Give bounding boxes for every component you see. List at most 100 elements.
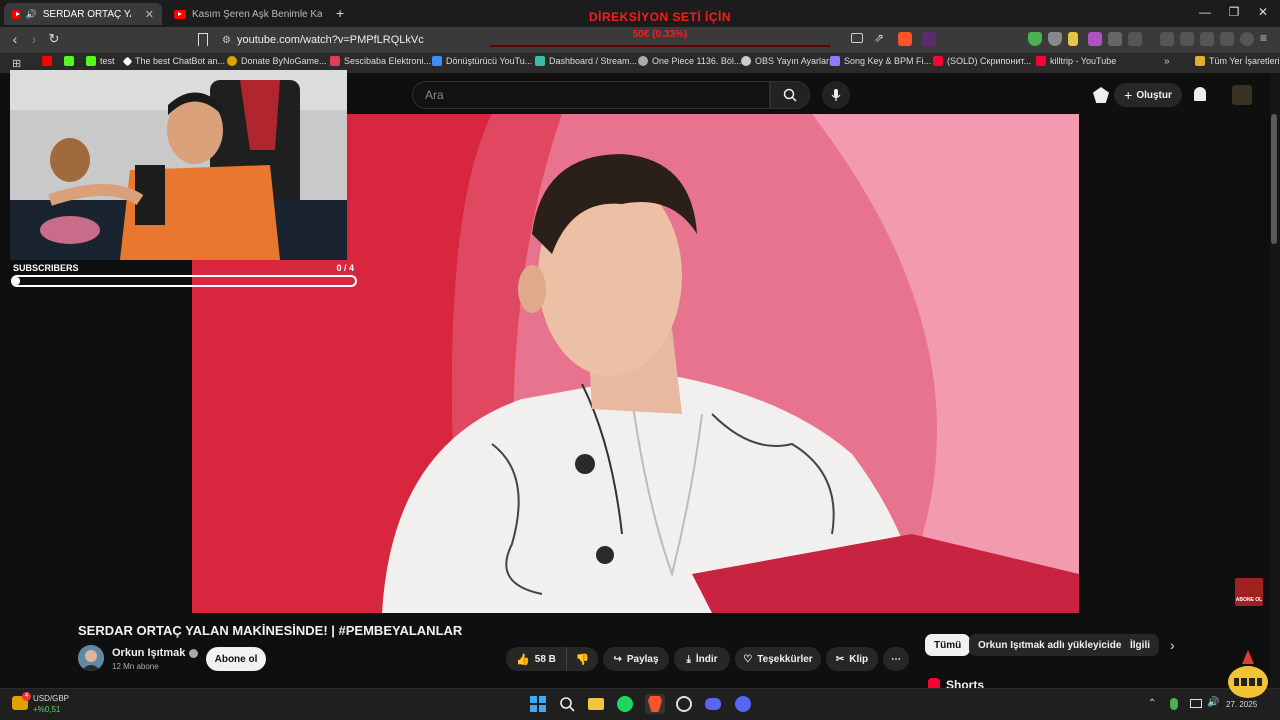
create-button[interactable]: + Oluştur [1114, 83, 1182, 107]
discord-button[interactable] [703, 694, 723, 714]
search-button[interactable] [770, 81, 810, 109]
chip-all[interactable]: Tümü [925, 634, 971, 656]
bookmark-item[interactable]: Song Key & BPM Fi... [830, 56, 931, 66]
privacy-shield-icon[interactable] [1048, 32, 1062, 46]
bookmark-item[interactable]: OBS Yayın Ayarları [741, 56, 832, 66]
youtube-icon [1036, 56, 1046, 66]
mic-tray-icon[interactable] [1170, 698, 1178, 710]
back-icon[interactable]: ‹ [6, 31, 24, 47]
share-button[interactable]: ↪ Paylaş [603, 647, 669, 671]
tab-active-video[interactable]: 🔊 SERDAR ORTAÇ YALAN MAKİ ✕ [4, 3, 162, 25]
converter-icon [432, 56, 442, 66]
obs-icon [676, 696, 692, 712]
close-tab-icon[interactable]: ✕ [145, 8, 154, 21]
bookmark-item[interactable]: test [86, 56, 115, 66]
bookmark-youtube[interactable] [42, 56, 52, 66]
network-icon[interactable] [1190, 699, 1202, 708]
restore-icon[interactable]: ❐ [1219, 5, 1249, 19]
bookmark-icon[interactable] [198, 33, 208, 46]
new-tab-button[interactable]: + [336, 5, 344, 21]
voice-search-button[interactable] [822, 81, 850, 109]
bookmark-item[interactable]: Dönüştürücü YouTu... [432, 56, 532, 66]
gladiator-helmet-icon [1228, 650, 1268, 698]
bookmark-item[interactable]: One Piece 1136. Böl... [638, 56, 741, 66]
puzzle-extensions-icon[interactable] [1108, 32, 1122, 46]
share-icon: ↪ [613, 653, 622, 665]
brave-button[interactable] [645, 694, 665, 714]
brave-shields-icon[interactable] [898, 32, 912, 46]
brave-rewards-icon[interactable] [922, 32, 936, 46]
dashboard-icon [535, 56, 545, 66]
address-bar[interactable]: ⚙ youtube.com/watch?v=PMPfLRQLkVc [214, 30, 494, 50]
sidebar-icon[interactable] [1180, 32, 1194, 46]
forward-icon[interactable]: › [25, 31, 43, 47]
onepiece-icon [638, 56, 648, 66]
bookmark-kick[interactable] [64, 56, 74, 66]
search-input[interactable]: Ara [412, 81, 770, 109]
obs-button[interactable] [674, 694, 694, 714]
dislike-button[interactable]: 👎 [566, 647, 598, 671]
close-window-icon[interactable]: ✕ [1248, 5, 1278, 19]
bookmark-item[interactable]: Sescibaba Elektroni... [330, 56, 431, 66]
bookmark-item[interactable]: The best ChatBot an... [122, 56, 225, 66]
folder-icon [588, 698, 604, 710]
notifications-icon[interactable] [1194, 87, 1206, 101]
webcam-overlay [10, 70, 347, 260]
bookmark-item[interactable]: Dashboard / Stream... [535, 56, 637, 66]
tab-second-video[interactable]: Kasım Şeren Aşk Benimle Kamera Ark [166, 3, 331, 25]
spotify-icon [617, 696, 633, 712]
share-page-icon[interactable]: ⇗ [874, 31, 884, 45]
chip-from-uploader[interactable]: Orkun Işıtmak adlı yükleyiciden [969, 634, 1137, 656]
brave-icon [648, 696, 662, 712]
subscribe-watermark[interactable]: ABONE OL [1235, 578, 1263, 606]
chatbot-icon [122, 56, 133, 66]
screen-cast-icon[interactable] [851, 33, 863, 43]
media-control-icon[interactable] [1160, 32, 1174, 46]
vpn-icon[interactable] [1240, 32, 1254, 46]
clip-button[interactable]: ✂ Klip [826, 647, 878, 671]
stocks-ticker[interactable]: USD/GBP +%0,51 [33, 693, 69, 715]
like-button[interactable]: 👍 58 B [506, 647, 566, 671]
thanks-button[interactable]: ♡ Teşekkürler [735, 647, 821, 671]
youtube-icon [42, 56, 52, 66]
wallet-icon[interactable] [1200, 32, 1214, 46]
webcam-frame [10, 70, 347, 260]
extension-icon[interactable] [1088, 32, 1102, 46]
more-actions-button[interactable]: ⋯ [883, 647, 909, 671]
subscribe-button[interactable]: Abone ol [206, 647, 266, 671]
bookmark-item[interactable]: killtrip - YouTube [1036, 56, 1116, 66]
menu-icon[interactable]: ≡ [1260, 31, 1267, 45]
download-button[interactable]: ⤓ İndir [674, 647, 730, 671]
discord-ptb-button[interactable] [733, 694, 753, 714]
channel-avatar[interactable] [78, 645, 104, 671]
taskbar-clock[interactable]: 27. 2025 [1226, 700, 1257, 709]
site-info-icon[interactable]: ⚙ [222, 35, 231, 46]
minimize-icon[interactable]: — [1190, 5, 1220, 19]
chevron-right-icon[interactable]: › [1170, 637, 1175, 653]
leo-ai-icon[interactable] [1220, 32, 1234, 46]
volume-icon: 🔊 [25, 8, 37, 19]
bookmark-item[interactable]: (SOLD) Скрипонит... [933, 56, 1031, 66]
all-bookmarks[interactable]: Tüm Yer İşaretleri [1195, 56, 1280, 66]
more-icon: ⋯ [891, 653, 901, 665]
chip-related[interactable]: İlgili [1121, 634, 1159, 656]
apps-grid-icon[interactable]: ⊞ [12, 57, 21, 70]
channel-name[interactable]: Orkun Işıtmak [112, 647, 199, 659]
bookmark-item[interactable]: Donate ByNoGame... [227, 56, 327, 66]
page-scrollbar-thumb[interactable] [1271, 114, 1277, 244]
url-text: youtube.com/watch?v=PMPfLRQLkVc [236, 34, 424, 46]
taskbar-search-button[interactable] [557, 694, 577, 714]
vpn-shield-icon[interactable] [1028, 32, 1042, 46]
subscribers-goal-label: SUBSCRIBERS [13, 263, 79, 273]
reload-icon[interactable]: ↻ [45, 31, 63, 47]
start-button[interactable] [528, 694, 548, 714]
more-bookmarks-icon[interactable]: » [1164, 56, 1170, 67]
screenshot-icon[interactable] [1128, 32, 1142, 46]
avatar[interactable] [1232, 85, 1252, 105]
mascot-overlay [1224, 650, 1272, 700]
tray-overflow-icon[interactable]: ⌃ [1148, 698, 1156, 709]
volume-icon[interactable]: 🔊 [1207, 697, 1219, 708]
pencil-extension-icon[interactable] [1068, 32, 1078, 46]
file-explorer-button[interactable] [586, 694, 606, 714]
spotify-button[interactable] [615, 694, 635, 714]
